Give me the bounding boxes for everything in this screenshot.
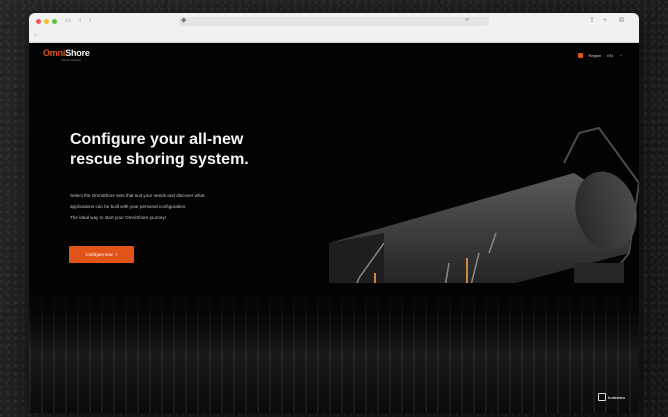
omnishore-site: OmniShore rescue shoring Region EN ⌄ Con… xyxy=(29,43,639,413)
new-tab-icon[interactable]: + xyxy=(603,17,607,25)
logo-tagline: rescue shoring xyxy=(61,58,81,62)
maximize-dot[interactable] xyxy=(52,19,57,24)
forward-icon[interactable]: › xyxy=(89,17,91,25)
holmatro-logo: holmatro xyxy=(597,393,625,401)
browser-window: ▭ ‹ › ◆ ≡ ⇧ + ⧉ ▫ OmniShore rescue shori… xyxy=(29,13,639,413)
tab-strip: ▫ xyxy=(29,30,639,42)
language-selector[interactable]: EN xyxy=(607,53,613,58)
chevron-down-icon[interactable]: ⌄ xyxy=(619,53,623,58)
tabs-icon[interactable]: ⧉ xyxy=(619,17,624,25)
shield-icon: ◆ xyxy=(181,17,187,24)
omnishore-logo[interactable]: OmniShore rescue shoring xyxy=(43,48,90,62)
hero-description: Select the OmniShore sets that suit your… xyxy=(70,190,310,223)
hero-title: Configure your all-new rescue shoring sy… xyxy=(70,130,310,170)
sidebar-icon[interactable]: ▭ xyxy=(65,17,72,25)
close-dot[interactable] xyxy=(36,19,41,24)
flag-icon xyxy=(577,53,583,58)
hero-title-line-2: rescue shoring system. xyxy=(70,151,249,168)
top-nav: Region EN ⌄ xyxy=(577,53,623,58)
hero-description-line: applications can be built with your pers… xyxy=(70,204,187,209)
brand-name: holmatro xyxy=(607,394,625,400)
share-icon[interactable]: ⇧ xyxy=(589,17,595,25)
hero-description-line: The ideal way to start your OmniShore jo… xyxy=(70,215,167,220)
hero-title-line-1: Configure your all-new xyxy=(70,131,244,148)
back-icon[interactable]: ‹ xyxy=(79,17,81,25)
hero-description-line: Select the OmniShore sets that suit your… xyxy=(70,193,205,198)
arrow-right-icon: › xyxy=(115,251,118,258)
configure-now-button[interactable]: Configure now › xyxy=(69,246,134,263)
logo-part-omni: Omni xyxy=(43,48,66,58)
browser-toolbar: ▭ ‹ › ◆ ≡ ⇧ + ⧉ ▫ xyxy=(29,13,639,43)
tab-icon[interactable]: ▫ xyxy=(34,32,36,40)
reader-icon[interactable]: ≡ xyxy=(465,17,469,25)
brand-symbol-icon xyxy=(597,393,606,401)
minimize-dot[interactable] xyxy=(44,19,49,24)
address-bar[interactable] xyxy=(179,17,489,26)
cta-label: Configure now xyxy=(85,252,113,257)
window-controls xyxy=(36,19,57,24)
region-selector[interactable]: Region xyxy=(589,53,602,58)
logo-part-shore: Shore xyxy=(65,48,90,58)
